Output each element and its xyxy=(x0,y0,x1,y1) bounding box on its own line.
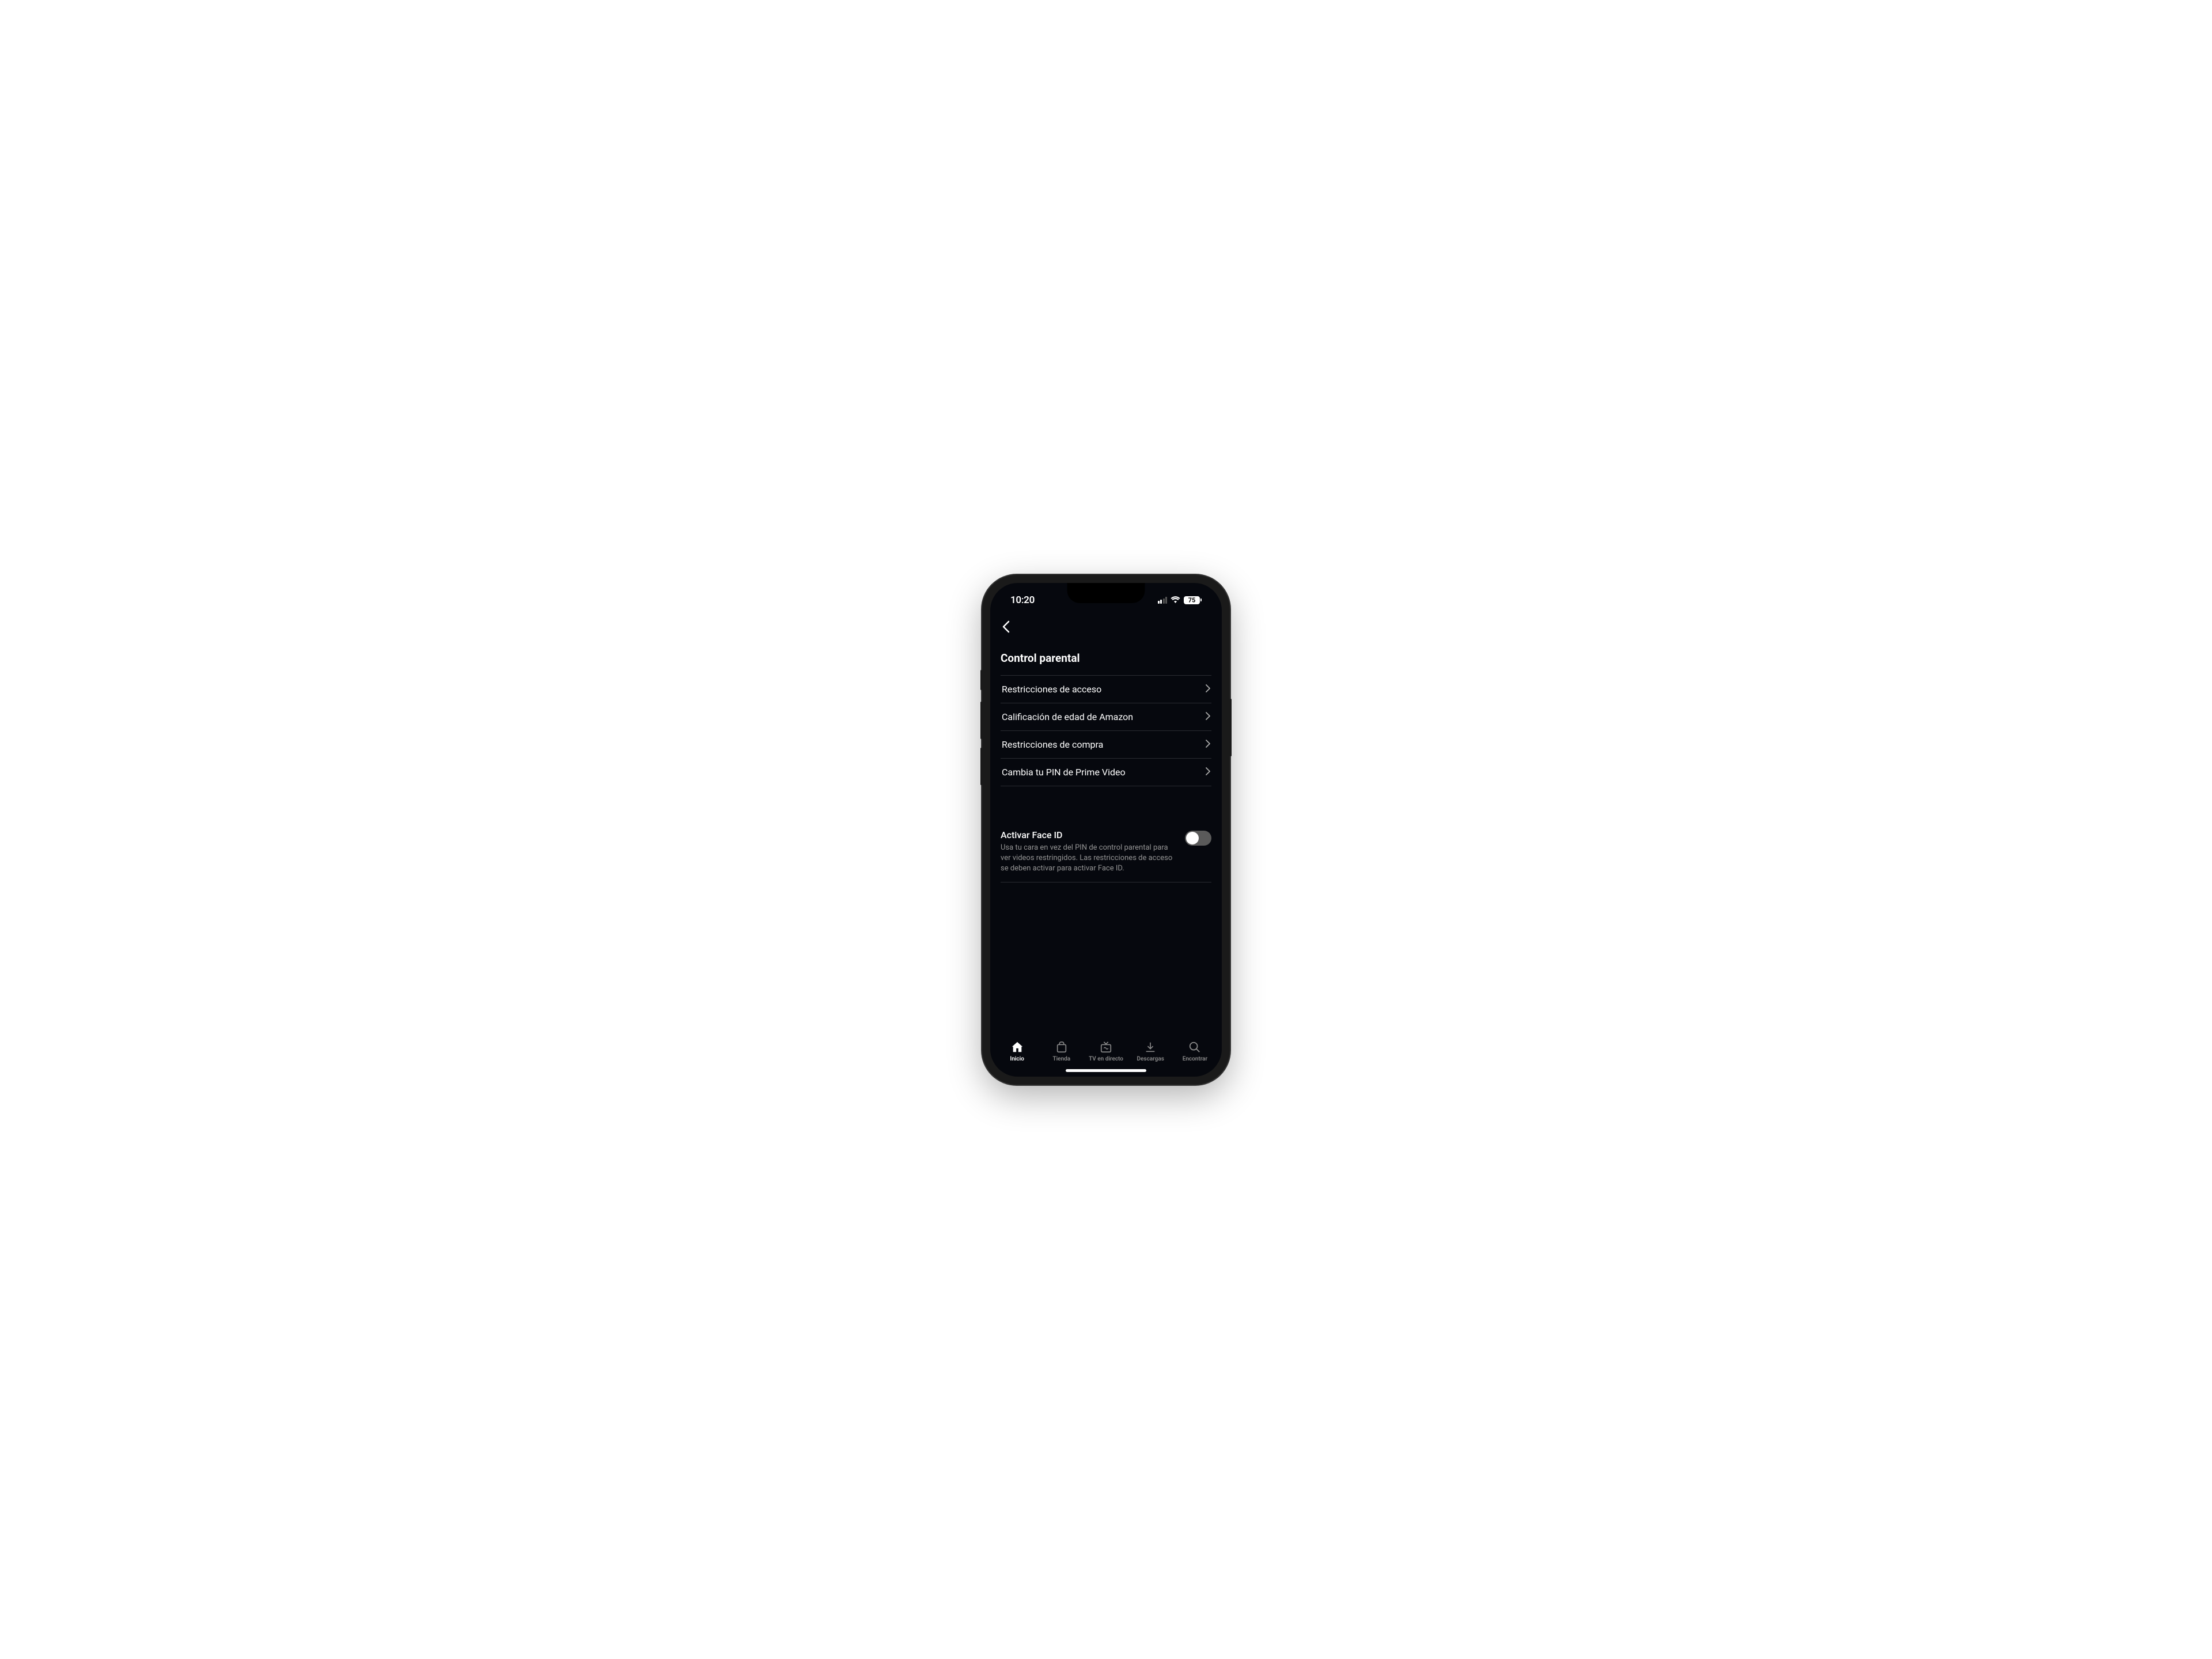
battery-icon: 75 xyxy=(1184,596,1202,604)
status-time: 10:20 xyxy=(1010,594,1035,606)
home-indicator[interactable] xyxy=(1066,1069,1146,1072)
menu-list: Restricciones de acceso Calificación de … xyxy=(1001,675,1211,786)
search-icon xyxy=(1188,1041,1201,1054)
tab-label: Tienda xyxy=(1052,1056,1070,1062)
tab-label: Inicio xyxy=(1010,1056,1024,1062)
tv-icon xyxy=(1100,1041,1112,1054)
tab-home[interactable]: Inicio xyxy=(995,1041,1039,1062)
menu-item-purchase-restrictions[interactable]: Restricciones de compra xyxy=(1001,731,1211,759)
back-button[interactable] xyxy=(1001,612,1211,641)
face-id-description: Usa tu cara en vez del PIN de control pa… xyxy=(1001,843,1173,874)
page-title: Control parental xyxy=(1001,652,1211,665)
menu-item-access-restrictions[interactable]: Restricciones de acceso xyxy=(1001,676,1211,703)
tab-bar: Inicio Tienda TV en directo Descargas xyxy=(990,1035,1222,1062)
face-id-toggle[interactable] xyxy=(1185,831,1211,846)
menu-item-label: Calificación de edad de Amazon xyxy=(1002,711,1133,722)
menu-item-label: Restricciones de acceso xyxy=(1002,684,1101,695)
status-icons: 75 xyxy=(1158,594,1202,605)
face-id-section: Activar Face ID Usa tu cara en vez del P… xyxy=(1001,830,1211,883)
phone-frame: 10:20 75 xyxy=(982,575,1230,1085)
menu-item-change-pin[interactable]: Cambia tu PIN de Prime Video xyxy=(1001,759,1211,786)
tab-downloads[interactable]: Descargas xyxy=(1128,1041,1173,1062)
tab-find[interactable]: Encontrar xyxy=(1173,1041,1217,1062)
content-area: Control parental Restricciones de acceso… xyxy=(990,612,1222,1035)
screen: 10:20 75 xyxy=(990,583,1222,1077)
menu-item-label: Cambia tu PIN de Prime Video xyxy=(1002,767,1126,778)
face-id-title: Activar Face ID xyxy=(1001,830,1173,840)
menu-item-label: Restricciones de compra xyxy=(1002,739,1103,750)
tab-label: Encontrar xyxy=(1183,1056,1207,1062)
chevron-right-icon xyxy=(1206,711,1210,722)
tab-live-tv[interactable]: TV en directo xyxy=(1084,1041,1128,1062)
chevron-right-icon xyxy=(1206,684,1210,695)
menu-item-age-rating[interactable]: Calificación de edad de Amazon xyxy=(1001,703,1211,731)
chevron-right-icon xyxy=(1206,739,1210,750)
store-icon xyxy=(1055,1041,1068,1054)
tab-store[interactable]: Tienda xyxy=(1039,1041,1084,1062)
download-icon xyxy=(1144,1041,1157,1054)
notch xyxy=(1067,583,1145,603)
wifi-icon xyxy=(1171,594,1180,605)
tab-label: Descargas xyxy=(1137,1056,1164,1062)
tab-label: TV en directo xyxy=(1089,1056,1123,1062)
chevron-right-icon xyxy=(1206,767,1210,778)
battery-level: 75 xyxy=(1188,596,1196,604)
cellular-signal-icon xyxy=(1158,597,1168,604)
home-icon xyxy=(1011,1041,1024,1054)
chevron-left-icon xyxy=(1002,620,1010,633)
